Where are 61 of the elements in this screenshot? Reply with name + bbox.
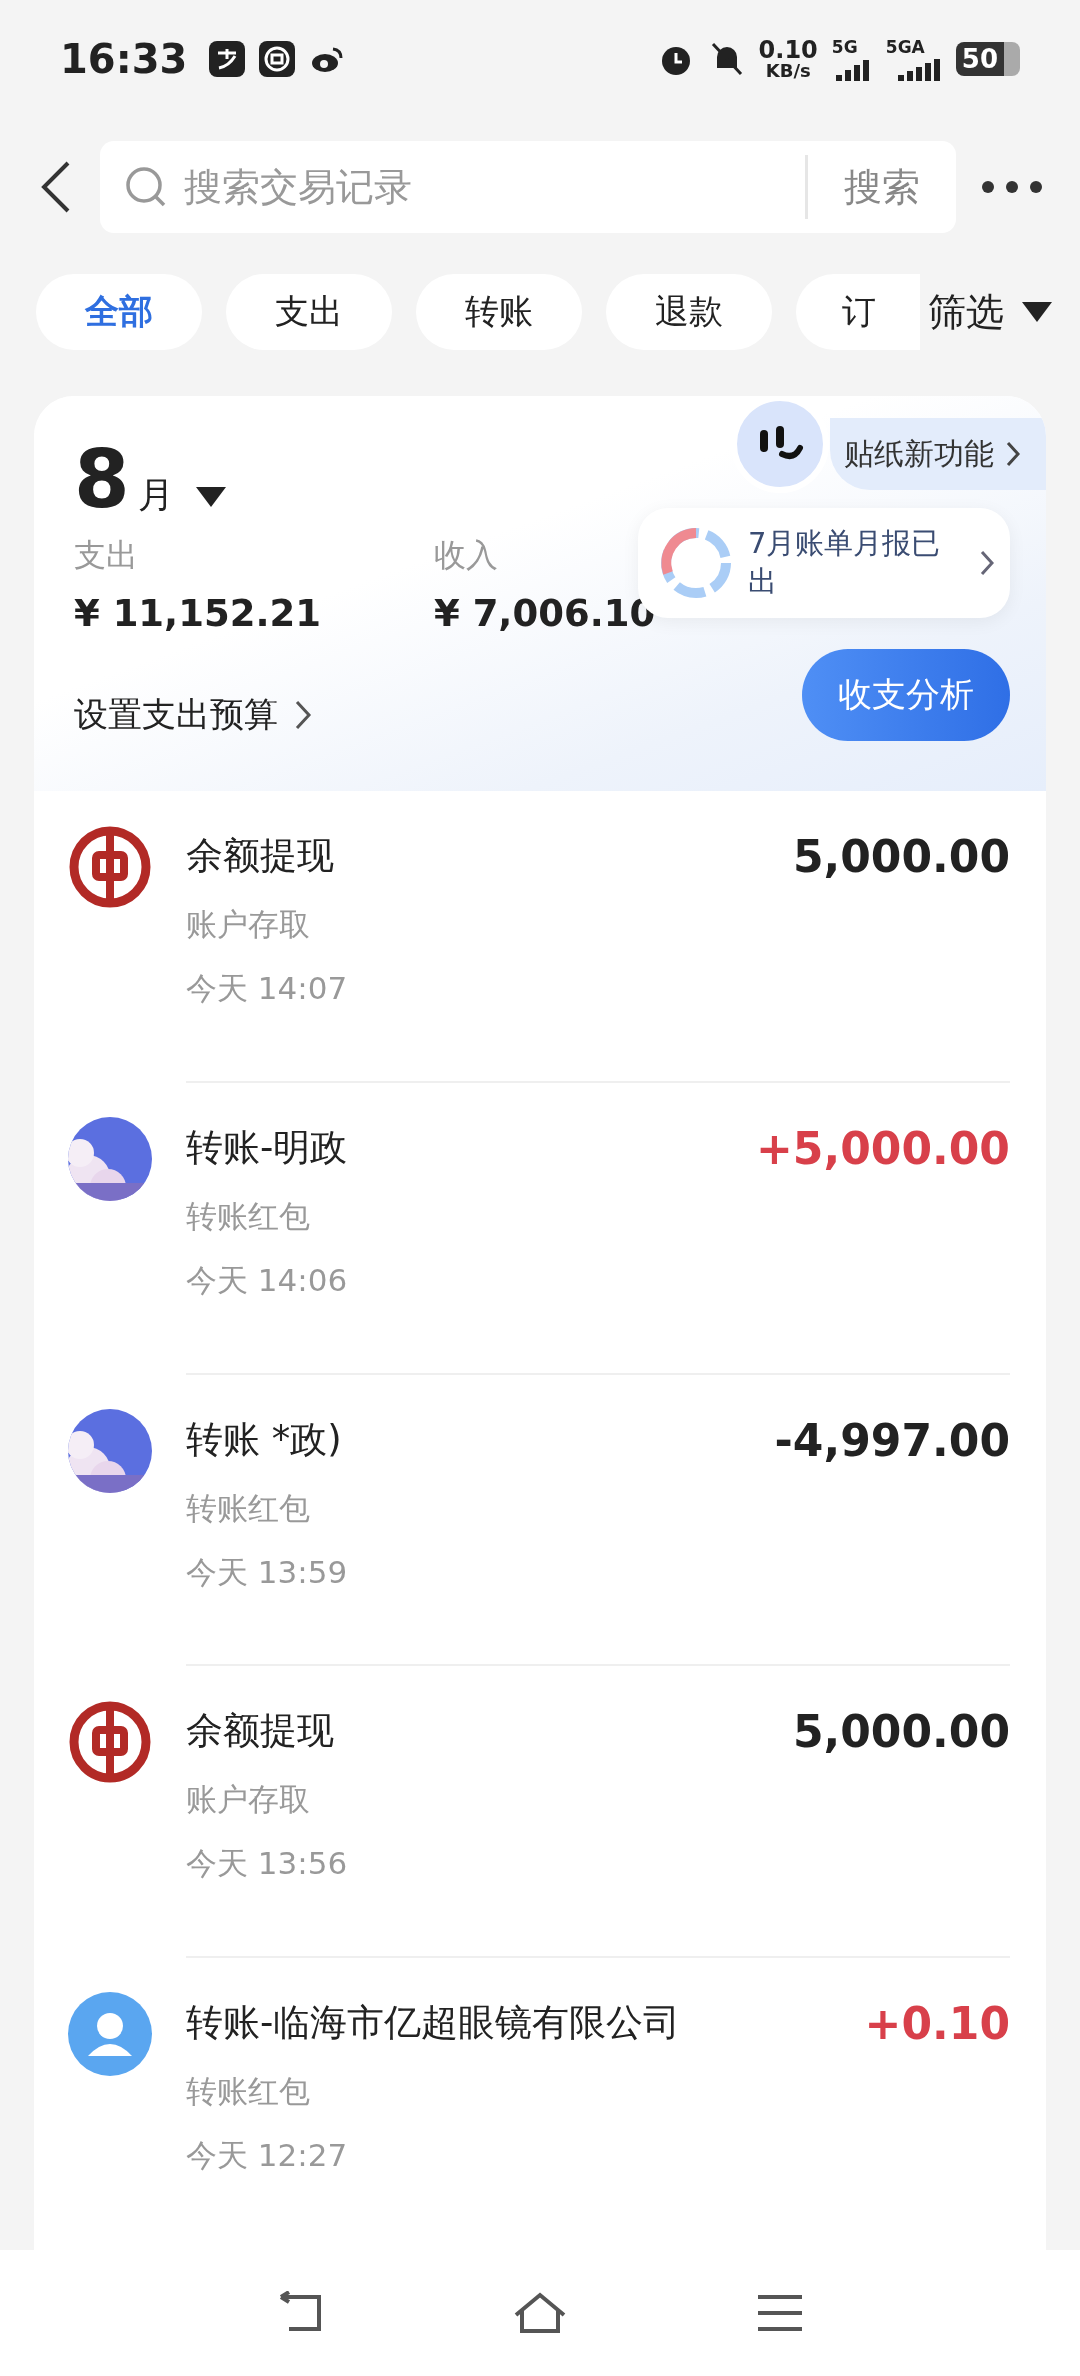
transaction-time: 今天 12:27 — [186, 2136, 349, 2176]
dropdown-icon — [1022, 302, 1052, 322]
chevron-right-icon — [1006, 441, 1020, 467]
transaction-category: 转账红包 — [186, 2072, 311, 2112]
search-icon — [124, 165, 168, 209]
transaction-amount: 5,000.00 — [792, 1706, 1010, 1758]
transaction-category: 转账红包 — [186, 1196, 311, 1236]
sticker-feature-link[interactable]: 贴纸新功能 — [830, 418, 1046, 490]
transaction-row[interactable]: 转账 *政) -4,997.00 转账红包 今天 13:59 — [34, 1374, 1046, 1667]
filter-chip[interactable]: 订 — [796, 274, 920, 350]
budget-link[interactable]: 设置支出预算 — [74, 689, 694, 741]
network-speed: 0.10 KB/s — [758, 38, 818, 80]
transaction-title: 转账 *政) — [186, 1416, 342, 1463]
transaction-time: 今天 14:06 — [186, 1260, 349, 1300]
transaction-title: 余额提现 — [186, 1708, 334, 1755]
battery-empty-part — [1004, 42, 1020, 76]
filter-chip[interactable]: 转账 — [416, 274, 582, 350]
menu-icon[interactable] — [756, 2293, 804, 2333]
expense-amount: ¥ 11,152.21 — [74, 592, 321, 635]
network-type: 5G — [831, 37, 858, 57]
transaction-amount: +0.10 — [864, 1998, 1010, 2050]
transaction-title: 余额提现 — [186, 833, 334, 879]
network-type: 5GA — [885, 37, 925, 57]
bank-app-icon — [259, 41, 296, 77]
search-field[interactable]: 搜索交易记录 搜索 — [100, 141, 956, 233]
transaction-category: 转账红包 — [186, 1488, 311, 1528]
transaction-time: 今天 13:56 — [186, 1844, 349, 1884]
transaction-category: 账户存取 — [186, 905, 311, 944]
bank-logo-icon — [68, 825, 152, 909]
status-time: 16:33 — [60, 36, 188, 82]
filter-chip[interactable]: 全部 — [36, 274, 202, 350]
dropdown-icon[interactable] — [195, 487, 226, 507]
home-icon[interactable] — [512, 2291, 568, 2335]
chevron-right-icon — [294, 699, 312, 731]
transaction-amount: 5,000.00 — [792, 831, 1010, 882]
income-label: 收入 — [434, 535, 498, 576]
analysis-button[interactable]: 收支分析 — [802, 649, 1010, 741]
transaction-row[interactable]: 转账-明政 +5,000.00 转账红包 今天 14:06 — [34, 1082, 1046, 1375]
expense-label: 支出 — [74, 535, 138, 576]
more-icon[interactable] — [980, 179, 1044, 195]
transaction-title: 转账-明政 — [186, 1124, 348, 1171]
filter-chip[interactable]: 支出 — [226, 274, 392, 350]
battery-indicator: 50 — [955, 42, 1004, 76]
donut-ring-icon — [658, 525, 734, 601]
search-button[interactable]: 搜索 — [805, 155, 936, 219]
transaction-time: 今天 14:07 — [186, 969, 349, 1008]
person-avatar-icon — [68, 1992, 152, 2077]
transaction-row[interactable]: 余额提现 5,000.00 账户存取 今天 14:07 — [34, 791, 1046, 1083]
transaction-category: 账户存取 — [186, 1780, 311, 1820]
transaction-amount: -4,997.00 — [774, 1414, 1010, 1466]
transaction-title: 转账-临海市亿超眼镜有限公司 — [186, 2000, 681, 2047]
pay-app-icon — [209, 41, 246, 77]
transaction-time: 今天 13:59 — [186, 1552, 349, 1592]
transaction-row[interactable]: 转账-临海市亿超眼镜有限公司 +0.10 转账红包 今天 12:27 — [34, 1958, 1046, 2250]
transaction-amount: +5,000.00 — [756, 1122, 1010, 1174]
transaction-row[interactable]: 余额提现 5,000.00 账户存取 今天 13:56 — [34, 1666, 1046, 1959]
month-number[interactable]: 8 — [74, 440, 130, 520]
filter-chip[interactable]: 退款 — [606, 274, 772, 350]
month-unit: 月 — [137, 473, 174, 517]
bank-logo-icon — [68, 1700, 152, 1785]
chevron-right-icon — [980, 550, 994, 576]
